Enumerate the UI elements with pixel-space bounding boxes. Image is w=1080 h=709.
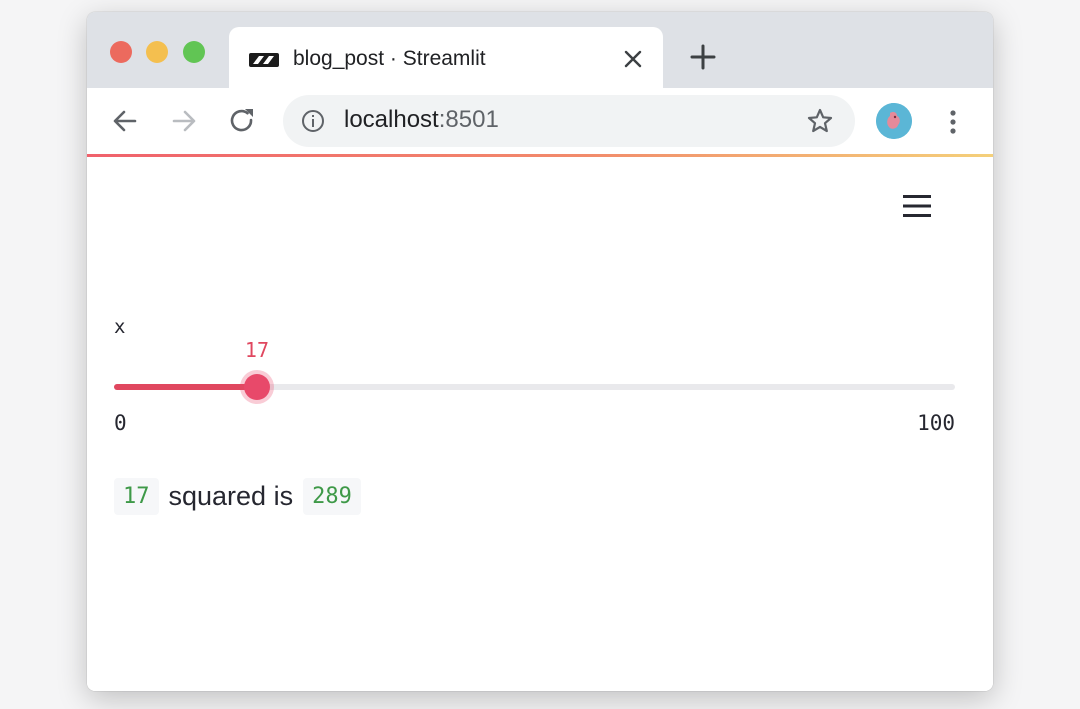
slider-current-value: 17 (244, 338, 270, 362)
browser-window: blog_post · Streamlit localhost:8501 x 1… (87, 12, 993, 691)
slider-track[interactable] (114, 374, 955, 400)
star-icon[interactable] (806, 107, 834, 135)
url-text: localhost:8501 (344, 106, 499, 134)
url-host: localhost (344, 106, 439, 133)
slider-track-fill (114, 384, 257, 390)
slider-min-label: 0 (114, 411, 127, 435)
url-port: :8501 (438, 106, 499, 133)
slider-thumb[interactable] (243, 374, 270, 400)
reload-icon[interactable] (226, 105, 258, 137)
output-value-code: 289 (303, 477, 361, 515)
more-vert-icon[interactable] (939, 106, 967, 138)
hamburger-menu-icon[interactable] (903, 193, 931, 219)
tab-strip: blog_post · Streamlit (87, 12, 993, 89)
info-icon[interactable] (301, 109, 325, 133)
address-bar[interactable]: localhost:8501 (283, 95, 855, 147)
profile-avatar[interactable] (876, 103, 912, 139)
result-line: 17 squared is 289 (114, 474, 361, 518)
profile-avatar-image (876, 103, 912, 139)
forward-arrow-icon[interactable] (168, 105, 200, 137)
maximize-window-button[interactable] (183, 41, 205, 63)
browser-toolbar: localhost:8501 (87, 88, 993, 155)
app-content: x 17 0 100 17 squared is 289 (87, 157, 993, 691)
plus-icon[interactable] (688, 42, 718, 72)
result-text: squared is (168, 480, 294, 511)
close-icon[interactable] (620, 46, 646, 72)
back-arrow-icon[interactable] (109, 105, 141, 137)
tab-title: blog_post · Streamlit (293, 47, 486, 70)
minimize-window-button[interactable] (146, 41, 168, 63)
slider-max-label: 100 (917, 411, 955, 435)
close-window-button[interactable] (110, 41, 132, 63)
slider-label: x (114, 316, 126, 338)
input-value-code: 17 (114, 477, 159, 515)
streamlit-logo-icon (249, 53, 279, 67)
browser-tab-active[interactable]: blog_post · Streamlit (229, 27, 663, 89)
